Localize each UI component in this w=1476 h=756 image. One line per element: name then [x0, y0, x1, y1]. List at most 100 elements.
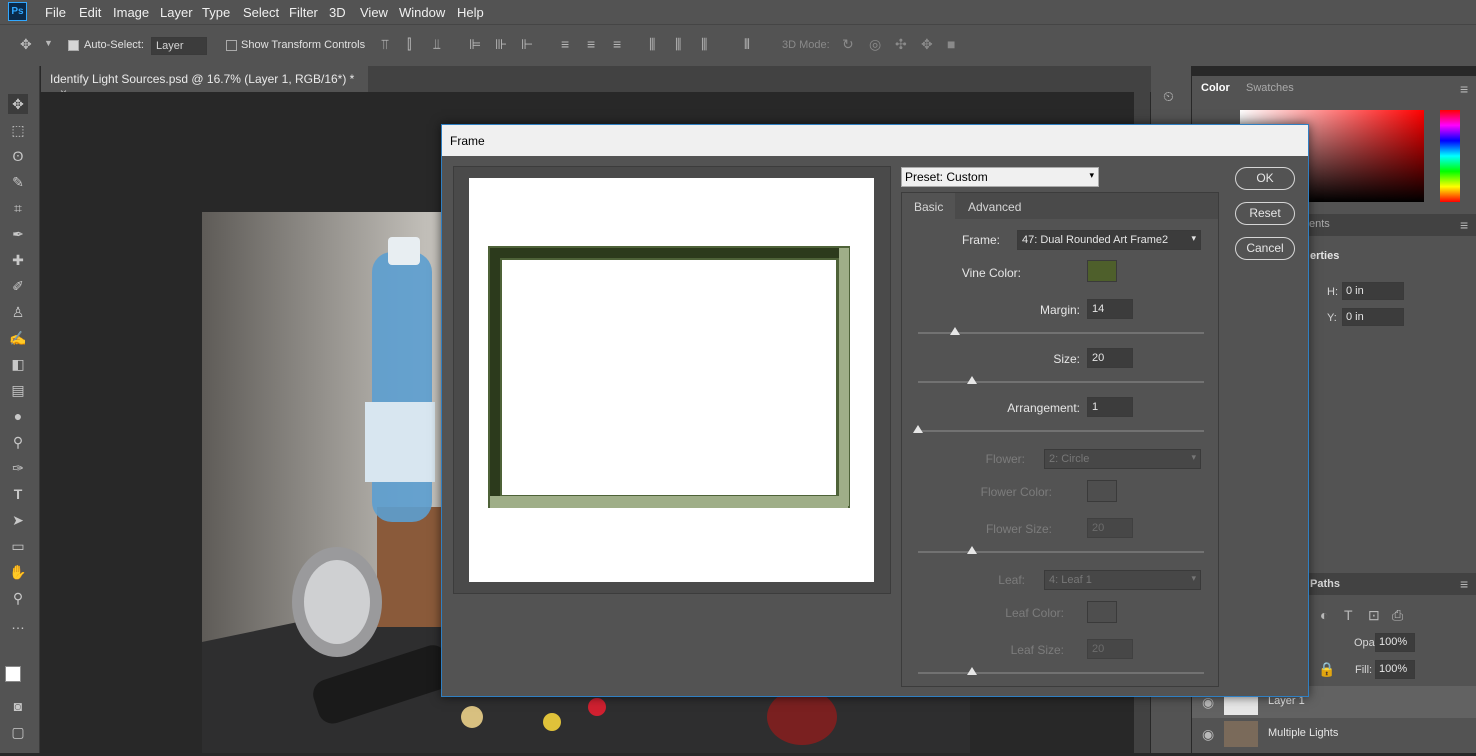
- brush-icon[interactable]: ✐: [8, 276, 28, 296]
- eraser-icon[interactable]: ◧: [8, 354, 28, 374]
- marquee-icon[interactable]: ⬚: [8, 120, 28, 140]
- dodge-icon[interactable]: ⚲: [8, 432, 28, 452]
- arrangement-field[interactable]: 1: [1087, 397, 1133, 417]
- leaf-size-field[interactable]: 20: [1087, 639, 1133, 659]
- menu-file[interactable]: File: [45, 5, 66, 20]
- y-field[interactable]: 0 in: [1342, 308, 1404, 326]
- distribute-hcenter-icon[interactable]: ⫼: [675, 36, 681, 53]
- margin-field[interactable]: 14: [1087, 299, 1133, 319]
- align-right-icon[interactable]: ⊩: [521, 36, 533, 53]
- visibility-eye-icon[interactable]: ◉: [1202, 726, 1214, 743]
- 3d-roll-icon[interactable]: ◎: [869, 36, 881, 53]
- vine-color-swatch[interactable]: [1087, 260, 1117, 282]
- healing-brush-icon[interactable]: ✚: [8, 250, 28, 270]
- leaf-size-slider-thumb[interactable]: [967, 667, 978, 675]
- move-icon[interactable]: ✥: [8, 94, 28, 114]
- align-hcenter-icon[interactable]: ⊪: [495, 36, 507, 53]
- menu-select[interactable]: Select: [243, 5, 279, 20]
- cancel-button[interactable]: Cancel: [1235, 237, 1295, 260]
- distribute-vcenter-icon[interactable]: ≡: [587, 36, 595, 52]
- flower-size-slider-track[interactable]: [918, 551, 1204, 553]
- reset-button[interactable]: Reset: [1235, 202, 1295, 225]
- show-transform-checkbox[interactable]: [226, 40, 237, 51]
- auto-align-icon[interactable]: ⫴: [744, 36, 750, 53]
- history-brush-icon[interactable]: ✍: [8, 328, 28, 348]
- menu-image[interactable]: Image: [113, 5, 149, 20]
- flower-color-swatch[interactable]: [1087, 480, 1117, 502]
- history-icon[interactable]: ⏲: [1163, 88, 1174, 105]
- tab-swatches[interactable]: Swatches: [1246, 82, 1294, 94]
- tab-color[interactable]: Color: [1201, 82, 1230, 94]
- align-left-icon[interactable]: ⊫: [469, 36, 481, 53]
- panel-menu-icon[interactable]: ≡: [1460, 81, 1468, 97]
- panel-menu-icon[interactable]: ≡: [1460, 217, 1468, 233]
- flower-dropdown[interactable]: 2: Circle ▾: [1044, 449, 1201, 469]
- move-tool-icon[interactable]: ✥: [20, 36, 32, 53]
- panel-menu-icon[interactable]: ≡: [1460, 576, 1468, 592]
- menu-window[interactable]: Window: [399, 5, 445, 20]
- filter-type-icon[interactable]: T: [1344, 607, 1353, 623]
- menu-3d[interactable]: 3D: [329, 5, 346, 20]
- leaf-color-swatch[interactable]: [1087, 601, 1117, 623]
- blur-icon[interactable]: ●: [8, 406, 28, 426]
- distribute-right-icon[interactable]: ⫼: [701, 36, 707, 53]
- margin-slider-thumb[interactable]: [950, 327, 961, 335]
- foreground-color-swatch[interactable]: [5, 666, 21, 682]
- crop-icon[interactable]: ⌗: [8, 198, 28, 218]
- 3d-slide-icon[interactable]: ✥: [921, 36, 933, 53]
- arrangement-slider-track[interactable]: [918, 430, 1204, 432]
- align-vcenter-icon[interactable]: ⫿: [407, 36, 411, 53]
- tab-basic[interactable]: Basic: [902, 193, 956, 219]
- path-select-icon[interactable]: ➤: [8, 510, 28, 530]
- distribute-bottom-icon[interactable]: ≡: [613, 36, 621, 52]
- hand-icon[interactable]: ✋: [8, 562, 28, 582]
- menu-view[interactable]: View: [360, 5, 388, 20]
- arrangement-slider-thumb[interactable]: [913, 425, 923, 433]
- layer-row[interactable]: ◉ Multiple Lights: [1192, 718, 1476, 750]
- leaf-size-slider-track[interactable]: [918, 672, 1204, 674]
- 3d-rotate-icon[interactable]: ↻: [842, 36, 854, 53]
- gradient-icon[interactable]: ▤: [8, 380, 28, 400]
- menu-help[interactable]: Help: [457, 5, 484, 20]
- preset-dropdown[interactable]: Preset: Custom ▾: [901, 167, 1099, 187]
- zoom-icon[interactable]: ⚲: [8, 588, 28, 608]
- auto-select-checkbox[interactable]: [68, 40, 79, 51]
- distribute-top-icon[interactable]: ≡: [561, 36, 569, 52]
- menu-edit[interactable]: Edit: [79, 5, 101, 20]
- menu-filter[interactable]: Filter: [289, 5, 318, 20]
- leaf-dropdown[interactable]: 4: Leaf 1 ▾: [1044, 570, 1201, 590]
- distribute-left-icon[interactable]: ⫼: [649, 36, 655, 53]
- lasso-icon[interactable]: ʘ: [8, 146, 28, 166]
- opacity-field[interactable]: 100%: [1375, 633, 1415, 652]
- size-slider-track[interactable]: [918, 381, 1204, 383]
- menu-layer[interactable]: Layer: [160, 5, 193, 20]
- 3d-drag-icon[interactable]: ✣: [895, 36, 907, 53]
- type-icon[interactable]: T: [8, 484, 28, 504]
- 3d-camera-icon[interactable]: ■: [947, 36, 955, 52]
- frame-dropdown[interactable]: 47: Dual Rounded Art Frame2 ▾: [1017, 230, 1201, 250]
- flower-size-field[interactable]: 20: [1087, 518, 1133, 538]
- h-field[interactable]: 0 in: [1342, 282, 1404, 300]
- chevron-down-icon[interactable]: ▼: [44, 38, 53, 48]
- pen-icon[interactable]: ✑: [8, 458, 28, 478]
- screen-mode-icon[interactable]: ▢: [8, 722, 28, 742]
- fill-field[interactable]: 100%: [1375, 660, 1415, 679]
- more-tools-icon[interactable]: …: [8, 614, 28, 634]
- filter-shape-icon[interactable]: ◐: [1320, 607, 1328, 623]
- size-slider-thumb[interactable]: [967, 376, 978, 384]
- quick-select-icon[interactable]: ✎: [8, 172, 28, 192]
- size-field[interactable]: 20: [1087, 348, 1133, 368]
- tab-paths[interactable]: Paths: [1310, 578, 1340, 590]
- auto-select-dropdown[interactable]: Layer: [151, 37, 207, 55]
- ok-button[interactable]: OK: [1235, 167, 1295, 190]
- tab-advanced[interactable]: Advanced: [956, 193, 1033, 219]
- menu-type[interactable]: Type: [202, 5, 230, 20]
- rectangle-icon[interactable]: ▭: [8, 536, 28, 556]
- filter-transform-icon[interactable]: ⊡: [1368, 607, 1380, 624]
- quick-mask-icon[interactable]: ◙: [8, 696, 28, 716]
- lock-icon[interactable]: 🔒: [1318, 661, 1335, 678]
- clone-stamp-icon[interactable]: ♙: [8, 302, 28, 322]
- eyedropper-icon[interactable]: ✒: [8, 224, 28, 244]
- tab-adjustments[interactable]: ents: [1309, 218, 1330, 230]
- flower-size-slider-thumb[interactable]: [967, 546, 978, 554]
